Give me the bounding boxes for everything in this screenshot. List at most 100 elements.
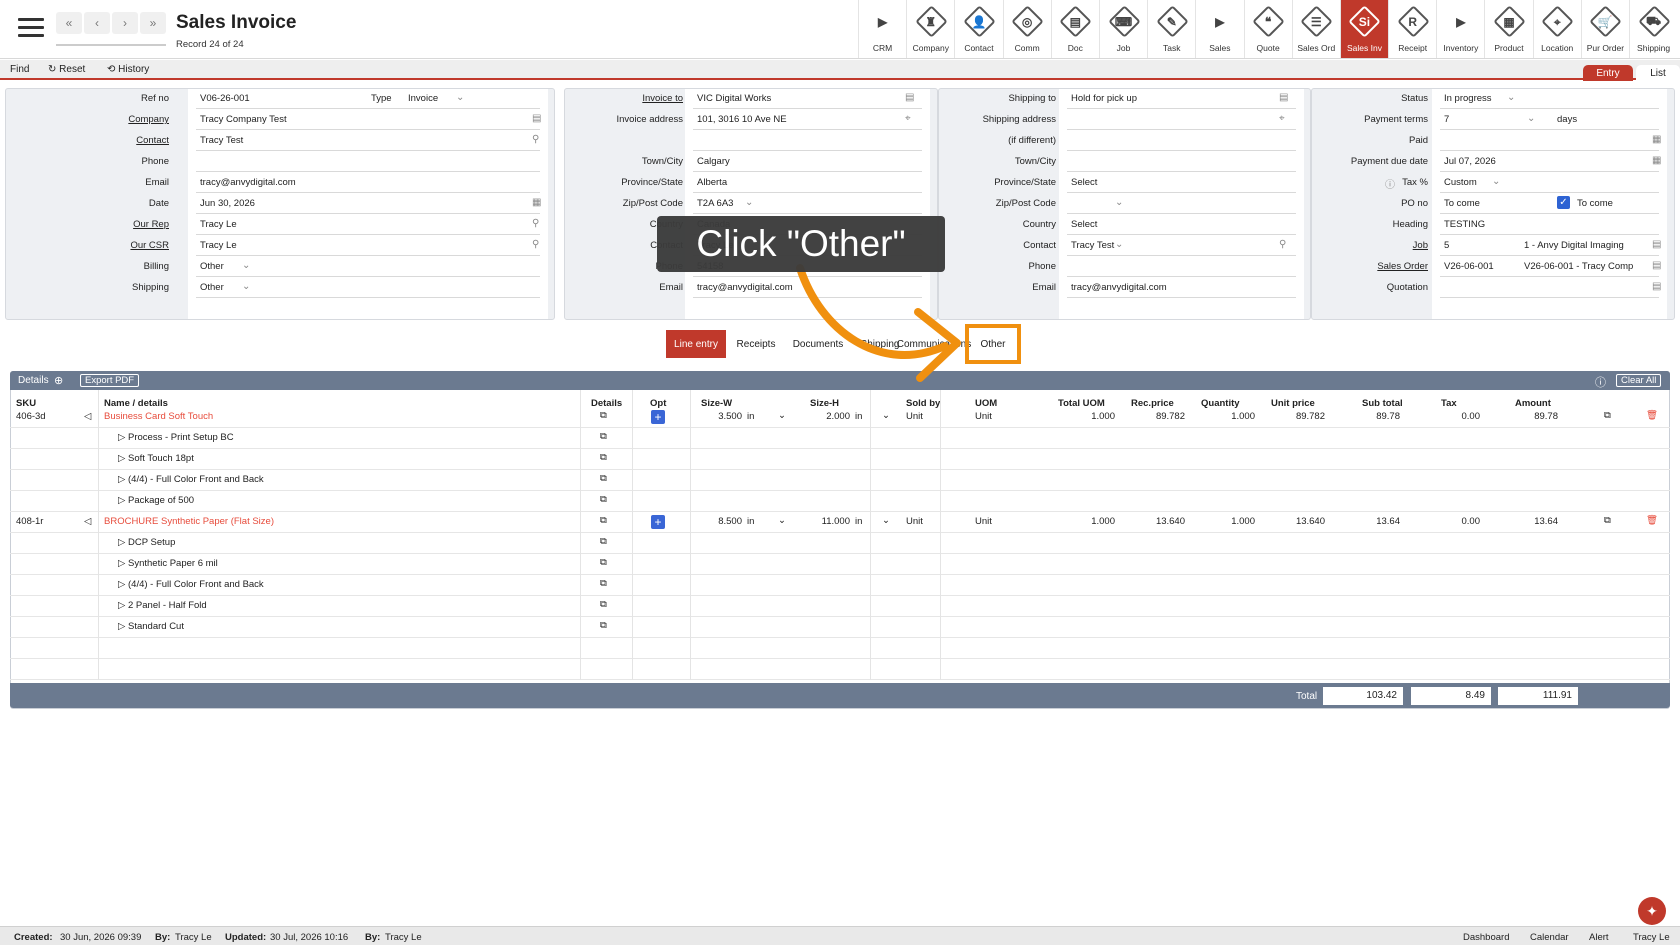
panel1-label-1[interactable]: Company	[19, 114, 169, 125]
size-w-cell[interactable]: 8.500	[690, 516, 742, 527]
details-copy-icon[interactable]: ⧉	[600, 452, 607, 463]
tax-chevron-down-icon[interactable]: ⌄	[1492, 176, 1500, 187]
tab-receipts[interactable]: Receipts	[728, 330, 784, 358]
address-pin-icon[interactable]: ⌖	[905, 113, 911, 124]
details-copy-icon[interactable]: ⧉	[600, 494, 607, 505]
detail-row[interactable]: ▷ Process - Print Setup BC ⧉	[10, 428, 1670, 449]
sold-by-cell[interactable]: Unit	[906, 411, 923, 422]
detail-row[interactable]: ▷ 2 Panel - Half Fold ⧉	[10, 596, 1670, 617]
panel1-value-5[interactable]: Jun 30, 2026	[200, 198, 255, 209]
panel4-label-8[interactable]: Sales Order	[1318, 261, 1428, 272]
expand-detail-icon[interactable]: ▷	[118, 495, 125, 506]
detail-row[interactable]: ▷ Soft Touch 18pt ⧉	[10, 449, 1670, 470]
panel1-value-2[interactable]: Tracy Test	[200, 135, 243, 146]
date-calendar-icon[interactable]: ▦	[532, 197, 541, 208]
panel4-value-5[interactable]: To come	[1444, 198, 1480, 209]
panel4-value-7[interactable]: 5	[1444, 240, 1449, 251]
export-pdf-button[interactable]: Export PDF	[80, 374, 140, 387]
expand-detail-icon[interactable]: ▷	[118, 621, 125, 632]
duplicate-line-icon[interactable]: ⧉	[1604, 410, 1611, 421]
lookup-icon[interactable]: ▤	[1652, 260, 1661, 271]
tax-help-icon[interactable]: ⓘ	[1385, 176, 1395, 191]
first-record-button[interactable]: «	[56, 12, 82, 34]
reset-button[interactable]: ↻ Reset	[48, 64, 85, 75]
module-job[interactable]: ⌨ Job	[1098, 0, 1147, 58]
tab-line-entry[interactable]: Line entry	[666, 330, 726, 358]
module-doc[interactable]: ▤ Doc	[1050, 0, 1099, 58]
terms-chevron-down-icon[interactable]: ⌄	[1527, 113, 1535, 124]
expand-detail-icon[interactable]: ▷	[118, 558, 125, 569]
record-slider[interactable]	[56, 44, 166, 46]
panel1-value-4[interactable]: tracy@anvydigital.com	[200, 177, 296, 188]
quantity-cell[interactable]: 1.000	[1190, 411, 1255, 422]
panel1-label-6[interactable]: Our Rep	[19, 219, 169, 230]
detail-row[interactable]: ▷ DCP Setup ⧉	[10, 533, 1670, 554]
country-chevron-down-icon[interactable]: ⌄	[1115, 239, 1123, 250]
calendar-link[interactable]: Calendar	[1530, 932, 1569, 943]
add-line-icon[interactable]: ⊕	[54, 374, 63, 387]
lookup-icon[interactable]: ▤	[1652, 281, 1661, 292]
module-sales-inv[interactable]: Si Sales Inv	[1339, 0, 1389, 58]
assistant-fab-icon[interactable]: ✦	[1638, 897, 1666, 925]
details-copy-icon[interactable]: ⧉	[600, 578, 607, 589]
sold-by-cell[interactable]: Unit	[906, 516, 923, 527]
table-row[interactable]: 406-3d ◁ Business Card Soft Touch ⧉ +3.500 in…	[10, 407, 1670, 428]
panel1-value-8[interactable]: Other	[200, 261, 224, 272]
detail-row[interactable]: ▷ Package of 500 ⧉	[10, 491, 1670, 512]
size-h-cell[interactable]: 2.000	[790, 411, 850, 422]
shipping-pin-icon[interactable]: ⌖	[1279, 113, 1285, 124]
sales-order-name-value[interactable]: V26-06-001 - Tracy Comp	[1524, 261, 1633, 272]
panel1-value-7[interactable]: Tracy Le	[200, 240, 237, 251]
panel4-value-0[interactable]: In progress	[1444, 93, 1492, 104]
rep-lookup-icon[interactable]: ⚲	[532, 218, 539, 229]
panel1-value-1[interactable]: Tracy Company Test	[200, 114, 287, 125]
type-select[interactable]: Invoice	[408, 93, 438, 104]
history-button[interactable]: ⟲ History	[107, 64, 149, 75]
tab-documents[interactable]: Documents	[786, 330, 850, 358]
detail-row[interactable]: ▷ Synthetic Paper 6 mil ⧉	[10, 554, 1670, 575]
size-h-chevron-down-icon[interactable]: ⌄	[882, 515, 890, 526]
details-copy-icon[interactable]: ⧉	[600, 515, 607, 526]
detail-row[interactable]: ▷ (4/4) - Full Color Front and Back ⧉	[10, 470, 1670, 491]
hamburger-menu-icon[interactable]	[18, 18, 44, 38]
module-receipt[interactable]: R Receipt	[1388, 0, 1436, 58]
panel3-value-4[interactable]: Select	[1071, 177, 1097, 188]
panel3-value-7[interactable]: Tracy Test	[1071, 240, 1114, 251]
panel3-value-9[interactable]: tracy@anvydigital.com	[1071, 282, 1167, 293]
panel4-value-1[interactable]: 7	[1444, 114, 1449, 125]
size-w-chevron-down-icon[interactable]: ⌄	[778, 515, 786, 526]
delete-line-icon[interactable]: 🗑	[1646, 410, 1658, 421]
option-add-icon[interactable]: +	[651, 410, 665, 424]
panel3-value-0[interactable]: Hold for pick up	[1071, 93, 1137, 104]
panel4-value-4[interactable]: Custom	[1444, 177, 1477, 188]
help-icon[interactable]: ⓘ	[1595, 374, 1606, 390]
last-record-button[interactable]: »	[140, 12, 166, 34]
panel2-value-5[interactable]: T2A 6A3	[697, 198, 733, 209]
module-contact[interactable]: 👤 Contact	[954, 0, 1002, 58]
expand-detail-icon[interactable]: ▷	[118, 600, 125, 611]
size-h-unit[interactable]: in	[855, 411, 862, 422]
panel2-label-0[interactable]: Invoice to	[573, 93, 683, 104]
module-pur-order[interactable]: 🛒 Pur Order	[1580, 0, 1629, 58]
tab-communications[interactable]: Communications	[897, 330, 971, 358]
detail-row[interactable]: ▷ (4/4) - Full Color Front and Back ⧉	[10, 575, 1670, 596]
product-name-link[interactable]: BROCHURE Synthetic Paper (Flat Size)	[104, 516, 274, 527]
module-task[interactable]: ✎ Task	[1147, 0, 1195, 58]
contact-lookup-icon[interactable]: ⚲	[532, 134, 539, 145]
lookup-icon[interactable]: ▤	[1652, 239, 1661, 250]
duplicate-line-icon[interactable]: ⧉	[1604, 515, 1611, 526]
clear-all-button[interactable]: Clear All	[1616, 374, 1662, 387]
expand-detail-icon[interactable]: ▷	[118, 474, 125, 485]
details-copy-icon[interactable]: ⧉	[600, 557, 607, 568]
module-location[interactable]: ⌖ Location	[1532, 0, 1581, 58]
select-chevron-down-icon[interactable]: ⌄	[242, 260, 250, 271]
panel1-value-0[interactable]: V06-26-001	[200, 93, 250, 104]
expand-detail-icon[interactable]: ▷	[118, 453, 125, 464]
module-quote[interactable]: ❝ Quote	[1243, 0, 1292, 58]
shipping-lookup-icon[interactable]: ▤	[1279, 92, 1288, 103]
expand-detail-icon[interactable]: ▷	[118, 579, 125, 590]
unit-price-cell[interactable]: 89.782	[1260, 411, 1325, 422]
module-sales-ord[interactable]: ☰ Sales Ord	[1291, 0, 1340, 58]
type-chevron-down-icon[interactable]: ⌄	[456, 92, 464, 103]
panel1-label-7[interactable]: Our CSR	[19, 240, 169, 251]
